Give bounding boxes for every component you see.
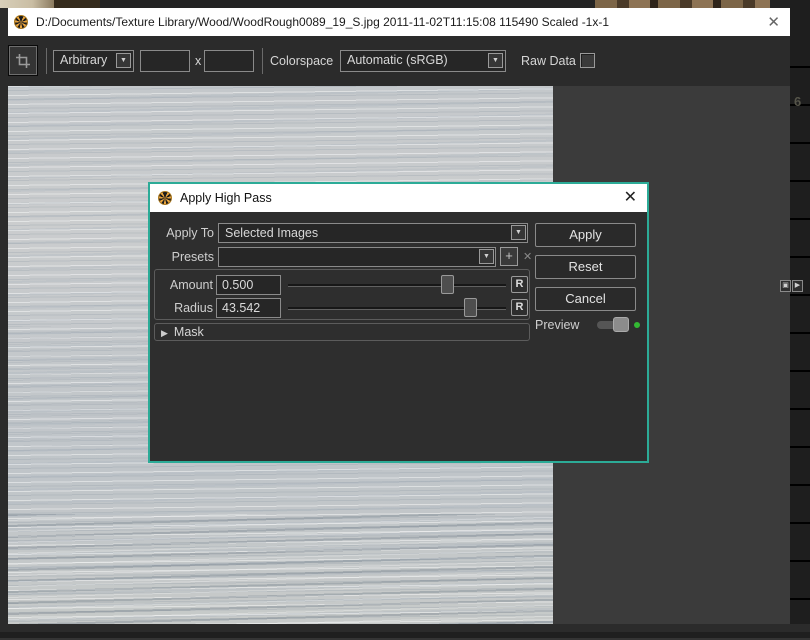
crop-height-input[interactable] — [204, 50, 254, 72]
presets-dropdown[interactable]: ▼ — [218, 247, 496, 267]
panel-grid-icon[interactable]: ▣ — [780, 280, 791, 292]
status-bar — [0, 624, 810, 632]
add-preset-button[interactable]: + — [500, 247, 518, 266]
amount-slider-handle[interactable] — [441, 275, 454, 294]
crop-height-field-wrap — [204, 50, 254, 72]
dialog-titlebar[interactable]: Apply High Pass ✕ — [150, 184, 647, 212]
reset-button[interactable]: Reset — [535, 255, 636, 279]
background-app-strip — [0, 0, 810, 8]
radius-slider-handle[interactable] — [464, 298, 477, 317]
application-window: D:/Documents/Texture Library/Wood/WoodRo… — [0, 0, 810, 640]
chevron-down-icon[interactable]: ▼ — [116, 53, 131, 68]
background-texture-patch — [0, 0, 54, 8]
mask-section-header[interactable]: ▶ Mask — [154, 323, 530, 341]
close-icon[interactable]: ✕ — [624, 190, 637, 206]
amount-reset-button[interactable]: R — [511, 276, 528, 293]
chevron-down-icon[interactable]: ▼ — [488, 53, 503, 68]
apply-to-value: Selected Images — [225, 226, 318, 240]
preview-toggle-knob[interactable] — [613, 317, 629, 332]
panel-expand-icon[interactable]: ▶ — [792, 280, 803, 292]
strip-icons: ▣ ▶ — [780, 280, 803, 292]
apply-to-dropdown[interactable]: Selected Images ▼ — [218, 223, 528, 243]
colorspace-dropdown[interactable]: Automatic (sRGB) ▼ — [340, 50, 506, 72]
window-title: D:/Documents/Texture Library/Wood/WoodRo… — [36, 15, 609, 29]
radius-reset-button[interactable]: R — [511, 299, 528, 316]
wood-texture-grain — [8, 514, 553, 624]
triangle-right-icon: ▶ — [161, 328, 168, 338]
aspect-ratio-dropdown[interactable]: Arbitrary ▼ — [53, 50, 134, 72]
toolbar-separator — [262, 48, 263, 74]
preview-status-dot — [634, 322, 640, 328]
apply-to-label: Apply To — [152, 223, 214, 243]
apply-high-pass-dialog: Apply High Pass ✕ Apply To Selected Imag… — [148, 182, 649, 463]
crop-icon — [15, 53, 31, 69]
chevron-down-icon[interactable]: ▼ — [511, 225, 526, 240]
crop-width-input[interactable] — [140, 50, 190, 72]
colorspace-label: Colorspace — [270, 50, 333, 72]
preview-label: Preview — [535, 315, 579, 335]
crop-tool-button[interactable] — [8, 45, 38, 76]
raw-data-checkbox[interactable] — [580, 53, 595, 68]
cancel-button[interactable]: Cancel — [535, 287, 636, 311]
background-texture-patch — [595, 0, 770, 8]
amount-label: Amount — [158, 275, 213, 295]
toolbar: Arbitrary ▼ x Colorspace Automatic (sRGB… — [0, 36, 790, 86]
slider-track — [288, 284, 506, 286]
amount-slider[interactable] — [288, 275, 506, 295]
mask-label: Mask — [174, 325, 204, 339]
radius-label: Radius — [158, 298, 213, 318]
radius-input[interactable] — [216, 298, 281, 318]
background-texture-patch — [54, 0, 100, 8]
dialog-title: Apply High Pass — [180, 191, 272, 205]
app-icon — [158, 191, 172, 205]
status-bar-lower — [0, 632, 810, 640]
crop-width-field-wrap — [140, 50, 190, 72]
close-icon[interactable]: ✕ — [767, 15, 780, 30]
radius-slider[interactable] — [288, 298, 506, 318]
app-icon — [14, 15, 28, 29]
amount-input[interactable] — [216, 275, 281, 295]
delete-preset-button[interactable]: ✕ — [523, 249, 532, 265]
chevron-down-icon[interactable]: ▼ — [479, 249, 494, 264]
colorspace-value: Automatic (sRGB) — [347, 53, 448, 67]
toolbar-separator — [46, 48, 47, 74]
aspect-ratio-value: Arbitrary — [60, 53, 107, 67]
thumbnail-badge: 6 — [794, 94, 801, 109]
dimensions-times-label: x — [195, 50, 201, 72]
preview-toggle[interactable] — [597, 321, 627, 329]
raw-data-label: Raw Data — [521, 50, 576, 72]
apply-button[interactable]: Apply — [535, 223, 636, 247]
presets-label: Presets — [152, 247, 214, 267]
window-titlebar[interactable]: D:/Documents/Texture Library/Wood/WoodRo… — [8, 8, 790, 36]
